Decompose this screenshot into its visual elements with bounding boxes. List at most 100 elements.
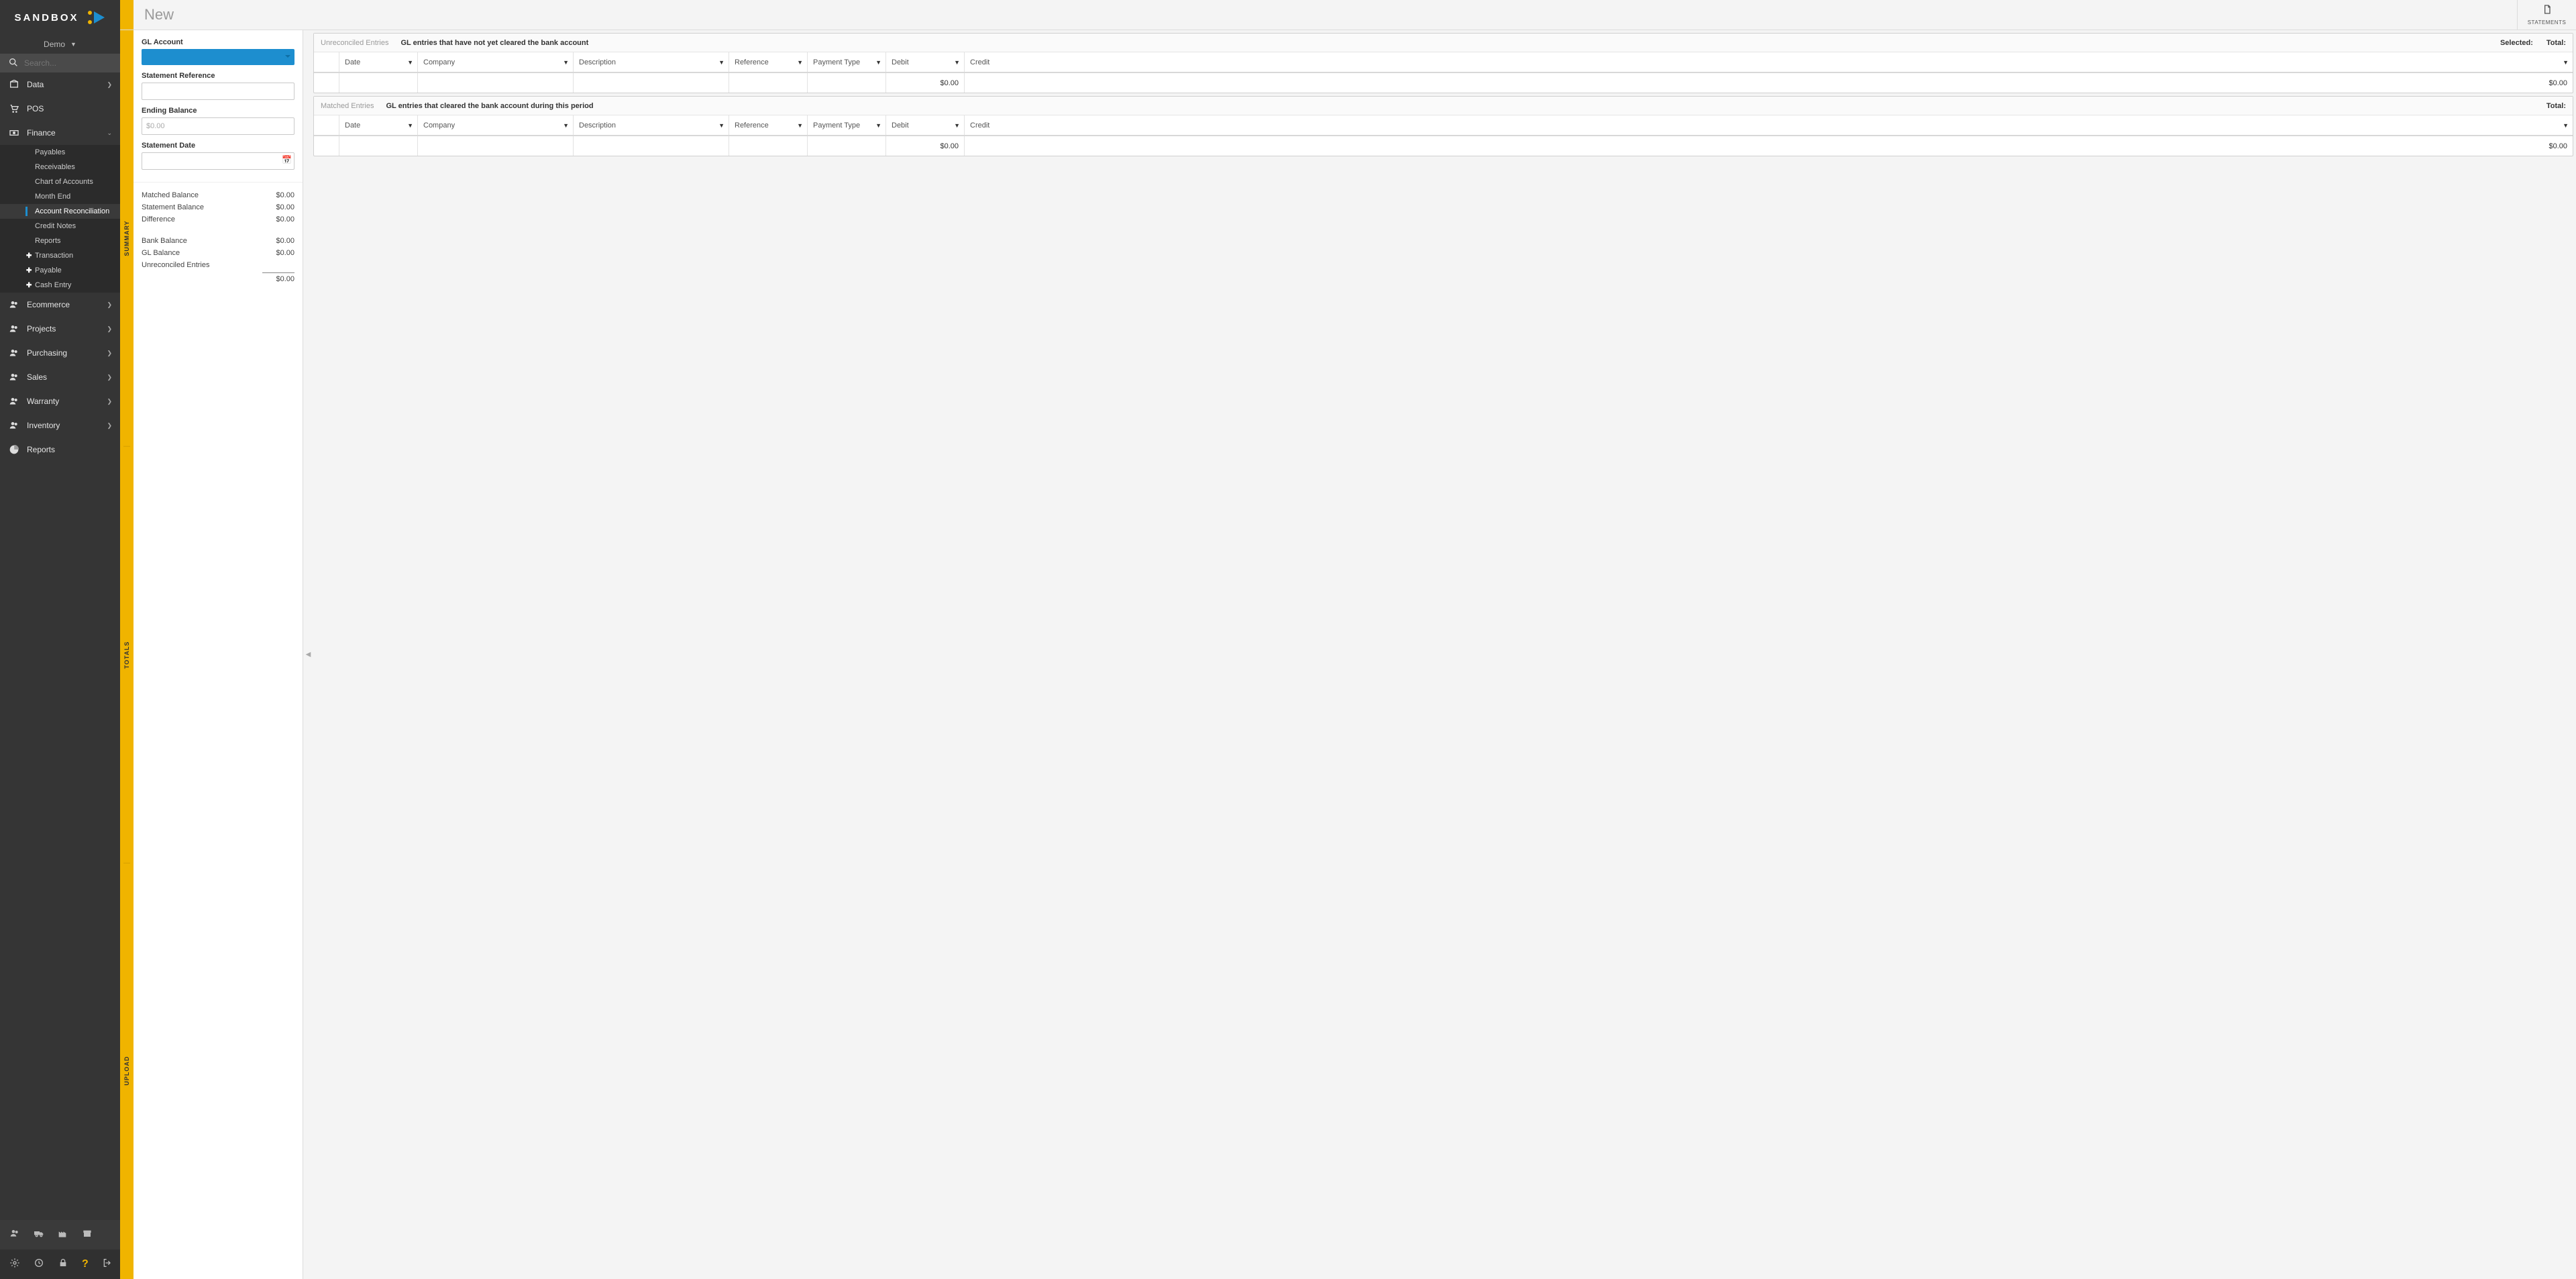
nav-new-payable[interactable]: ✚Payable [0, 263, 120, 278]
users-icon [8, 348, 20, 358]
unrec-footer-credit: $0.00 [965, 73, 2573, 93]
group-icon[interactable] [9, 1228, 20, 1242]
matched-columns: Date▼ Company▼ Description▼ Reference▼ P… [314, 115, 2573, 136]
search-input[interactable] [24, 58, 128, 68]
nav-credit-notes[interactable]: Credit Notes [0, 219, 120, 234]
ending-balance-input[interactable] [142, 117, 294, 135]
matched-grid-footer: $0.00 $0.00 [314, 136, 2573, 156]
org-switcher[interactable]: Demo ▼ [0, 35, 120, 54]
archive-icon[interactable] [82, 1228, 93, 1242]
col-reference[interactable]: Reference▼ [729, 115, 808, 135]
org-name: Demo [44, 40, 65, 49]
nav-warranty[interactable]: Warranty ❯ [0, 389, 120, 413]
vtab-summary[interactable]: SUMMARY [123, 30, 130, 447]
col-date[interactable]: Date▼ [339, 52, 418, 72]
gear-icon[interactable] [9, 1258, 20, 1272]
nav-projects[interactable]: Projects ❯ [0, 317, 120, 341]
filter-icon[interactable]: ▼ [797, 59, 803, 66]
nav-chart-of-accounts[interactable]: Chart of Accounts [0, 174, 120, 189]
sidebar: SANDBOX Demo ▼ Data ❯ POS Finance ⌄ Paya… [0, 0, 120, 1279]
clock-icon[interactable] [34, 1258, 44, 1272]
unreconciled-value: $0.00 [276, 275, 294, 283]
filter-icon[interactable]: ▼ [875, 59, 881, 66]
users-icon [8, 396, 20, 407]
filter-icon[interactable]: ▼ [2563, 59, 2569, 66]
plus-icon: ✚ [26, 282, 32, 289]
info-column: SUMMARY TOTALS UPLOAD GL Account Stateme… [120, 30, 303, 1279]
nav-label: Reports [27, 445, 112, 454]
grids-area: Unreconciled Entries GL entries that hav… [313, 30, 2576, 1279]
filter-icon[interactable]: ▼ [563, 122, 569, 129]
nav-receivables[interactable]: Receivables [0, 160, 120, 174]
col-selector[interactable] [314, 115, 339, 135]
nav-new-transaction[interactable]: ✚Transaction [0, 248, 120, 263]
nav-finance-sub: Payables Receivables Chart of Accounts M… [0, 145, 120, 293]
nav-pos[interactable]: POS [0, 97, 120, 121]
calendar-icon[interactable]: 📅 [282, 155, 292, 164]
unreconciled-label: Unreconciled Entries [142, 261, 210, 269]
filter-icon[interactable]: ▼ [718, 122, 724, 129]
filter-icon[interactable]: ▼ [407, 122, 413, 129]
cube-icon [8, 79, 20, 90]
nav-sales[interactable]: Sales ❯ [0, 365, 120, 389]
col-credit[interactable]: Credit▼ [965, 52, 2573, 72]
sidebar-search[interactable] [0, 54, 120, 72]
nav-payables[interactable]: Payables [0, 145, 120, 160]
filter-icon[interactable]: ▼ [875, 122, 881, 129]
filter-icon[interactable]: ▼ [797, 122, 803, 129]
nav-label: POS [27, 104, 112, 113]
gl-account-dropdown[interactable] [142, 49, 294, 65]
nav-reports-finance[interactable]: Reports [0, 234, 120, 248]
truck-icon[interactable] [34, 1228, 44, 1242]
col-debit[interactable]: Debit▼ [886, 52, 965, 72]
filter-icon[interactable]: ▼ [563, 59, 569, 66]
col-payment-type[interactable]: Payment Type▼ [808, 52, 886, 72]
nav-inventory[interactable]: Inventory ❯ [0, 413, 120, 438]
logout-icon[interactable] [102, 1258, 113, 1272]
help-icon[interactable]: ? [82, 1258, 89, 1270]
nav-label: Finance [27, 128, 100, 138]
nav-finance[interactable]: Finance ⌄ [0, 121, 120, 145]
factory-icon[interactable] [58, 1228, 68, 1242]
vtab-upload[interactable]: UPLOAD [123, 863, 130, 1279]
nav-ecommerce[interactable]: Ecommerce ❯ [0, 293, 120, 317]
unreconciled-grid-footer: $0.00 $0.00 [314, 72, 2573, 93]
nav-account-reconciliation[interactable]: Account Reconciliation [0, 204, 120, 219]
col-credit[interactable]: Credit▼ [965, 115, 2573, 135]
filter-icon[interactable]: ▼ [954, 122, 960, 129]
stmt-ref-input[interactable] [142, 83, 294, 100]
col-reference[interactable]: Reference▼ [729, 52, 808, 72]
col-selector[interactable] [314, 52, 339, 72]
vtab-totals[interactable]: TOTALS [123, 447, 130, 864]
filter-icon[interactable]: ▼ [2563, 122, 2569, 129]
col-description[interactable]: Description▼ [574, 115, 729, 135]
stmt-balance-label: Statement Balance [142, 203, 204, 211]
nav-month-end[interactable]: Month End [0, 189, 120, 204]
unreconciled-columns: Date▼ Company▼ Description▼ Reference▼ P… [314, 52, 2573, 72]
unreconciled-title: Unreconciled Entries [321, 39, 389, 47]
statements-button[interactable]: STATEMENTS [2517, 0, 2576, 30]
nav-purchasing[interactable]: Purchasing ❯ [0, 341, 120, 365]
filter-icon[interactable]: ▼ [954, 59, 960, 66]
sidebar-shortcut-bar [0, 1220, 120, 1249]
unreconciled-grid: Unreconciled Entries GL entries that hav… [313, 33, 2573, 93]
nav-label: Warranty [27, 397, 100, 406]
collapse-panel-button[interactable]: ◀ [303, 30, 313, 1279]
nav-new-cash-entry[interactable]: ✚Cash Entry [0, 278, 120, 293]
nav-data[interactable]: Data ❯ [0, 72, 120, 97]
stmt-date-input[interactable] [142, 152, 294, 170]
col-description[interactable]: Description▼ [574, 52, 729, 72]
filter-icon[interactable]: ▼ [718, 59, 724, 66]
col-company[interactable]: Company▼ [418, 115, 574, 135]
unreconciled-selected-label: Selected: [2500, 39, 2533, 47]
lock-icon[interactable] [58, 1258, 68, 1272]
document-icon [2542, 4, 2553, 18]
col-debit[interactable]: Debit▼ [886, 115, 965, 135]
matched-balance-label: Matched Balance [142, 191, 199, 199]
col-date[interactable]: Date▼ [339, 115, 418, 135]
nav-reports[interactable]: Reports [0, 438, 120, 462]
filter-icon[interactable]: ▼ [407, 59, 413, 66]
users-icon [8, 420, 20, 431]
col-company[interactable]: Company▼ [418, 52, 574, 72]
col-payment-type[interactable]: Payment Type▼ [808, 115, 886, 135]
